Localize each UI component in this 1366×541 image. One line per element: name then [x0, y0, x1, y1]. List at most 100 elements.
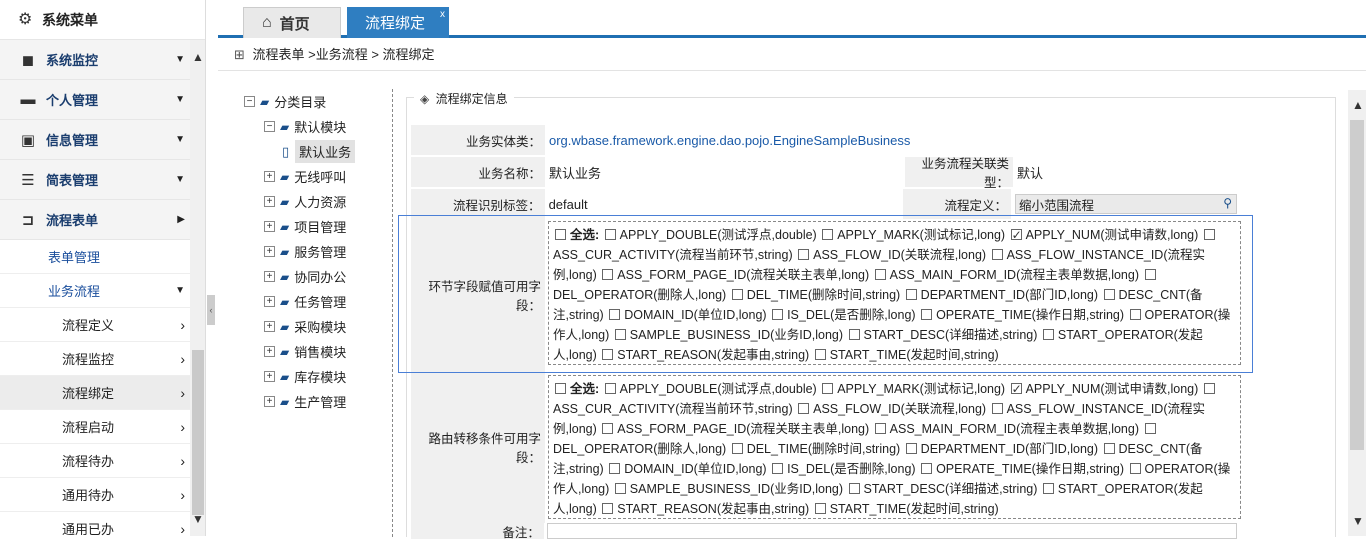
- checkbox[interactable]: [822, 383, 834, 394]
- sidebar-item-personal[interactable]: ▬ 个人管理 ▼: [0, 80, 205, 120]
- expand-icon[interactable]: +: [264, 296, 275, 307]
- sidebar-item-common-todo[interactable]: 通用待办 ›: [0, 478, 205, 512]
- tree-node[interactable]: + ▰ 库存模块: [244, 364, 390, 389]
- sidebar-item-flow-todo[interactable]: 流程待办 ›: [0, 444, 205, 478]
- scroll-up-icon[interactable]: ▲: [1352, 98, 1364, 112]
- content-scrollbar[interactable]: ▲ ▼: [1348, 90, 1366, 536]
- field-option[interactable]: DEL_TIME(删除时间,string): [730, 442, 900, 456]
- checkbox[interactable]: [604, 383, 616, 394]
- field-option[interactable]: APPLY_MARK(测试标记,long): [820, 382, 1005, 396]
- field-option[interactable]: IS_DEL(是否删除,long): [770, 308, 916, 322]
- checkbox[interactable]: [905, 289, 917, 300]
- collapse-icon[interactable]: −: [264, 121, 275, 132]
- field-option[interactable]: START_DESC(详细描述,string): [847, 328, 1037, 342]
- scroll-down-icon[interactable]: ▼: [192, 512, 204, 526]
- checkbox[interactable]: [602, 503, 614, 514]
- checkbox[interactable]: [602, 269, 614, 280]
- checkbox[interactable]: [1144, 423, 1156, 434]
- sidebar-item-flow-start[interactable]: 流程启动 ›: [0, 410, 205, 444]
- checkbox[interactable]: [555, 383, 566, 394]
- checkbox[interactable]: [848, 329, 860, 340]
- field-option[interactable]: ASS_FLOW_ID(关联流程,long): [796, 402, 986, 416]
- field-option[interactable]: ASS_MAIN_FORM_ID(流程主表单数据,long): [873, 422, 1139, 436]
- checkbox[interactable]: [822, 229, 834, 240]
- field-option[interactable]: DEPARTMENT_ID(部门ID,long): [904, 288, 1098, 302]
- tree-node[interactable]: + ▰ 销售模块: [244, 339, 390, 364]
- scroll-down-icon[interactable]: ▼: [1352, 514, 1364, 528]
- field-option[interactable]: APPLY_DOUBLE(测试浮点,double): [603, 382, 817, 396]
- field-option[interactable]: APPLY_NUM(测试申请数,long): [1009, 225, 1198, 245]
- checkbox[interactable]: [604, 229, 616, 240]
- select-all-option[interactable]: 全选:: [553, 228, 599, 242]
- checkbox[interactable]: [1144, 269, 1156, 280]
- field-option[interactable]: APPLY_DOUBLE(测试浮点,double): [603, 228, 817, 242]
- checkbox[interactable]: [848, 483, 860, 494]
- expand-icon[interactable]: +: [264, 246, 275, 257]
- expand-icon[interactable]: +: [264, 396, 275, 407]
- search-icon[interactable]: ⚲: [1223, 196, 1232, 210]
- checkbox[interactable]: [1103, 443, 1115, 454]
- expand-icon[interactable]: +: [264, 171, 275, 182]
- checkbox[interactable]: [798, 249, 810, 260]
- field-option[interactable]: DOMAIN_ID(单位ID,long): [607, 462, 767, 476]
- sidebar-item-flow-monitor[interactable]: 流程监控 ›: [0, 342, 205, 376]
- checkbox[interactable]: [1042, 483, 1054, 494]
- sidebar-item-info[interactable]: ▣ 信息管理 ▼: [0, 120, 205, 160]
- checkbox[interactable]: [1010, 225, 1022, 245]
- tree-node-default-business[interactable]: ▯ 默认业务: [244, 139, 390, 164]
- expand-icon[interactable]: +: [264, 271, 275, 282]
- checkbox[interactable]: [991, 249, 1003, 260]
- scrollbar-thumb[interactable]: [1350, 120, 1364, 450]
- tree-node[interactable]: + ▰ 人力资源: [244, 189, 390, 214]
- sidebar-sub-business-flow[interactable]: 业务流程 ▼: [0, 274, 205, 308]
- checkbox[interactable]: [1203, 229, 1215, 240]
- field-option[interactable]: DOMAIN_ID(单位ID,long): [607, 308, 767, 322]
- checkbox[interactable]: [814, 349, 826, 360]
- field-option[interactable]: ASS_MAIN_FORM_ID(流程主表单数据,long): [873, 268, 1139, 282]
- sidebar-item-flow-form[interactable]: ⊐ 流程表单 ▶: [0, 200, 205, 240]
- expand-icon[interactable]: +: [264, 346, 275, 357]
- checkbox[interactable]: [814, 503, 826, 514]
- expand-icon[interactable]: +: [264, 196, 275, 207]
- field-option[interactable]: DEPARTMENT_ID(部门ID,long): [904, 442, 1098, 456]
- field-option[interactable]: SAMPLE_BUSINESS_ID(业务ID,long): [613, 482, 843, 496]
- tree-node-default-module[interactable]: − ▰ 默认模块: [244, 114, 390, 139]
- field-option[interactable]: SAMPLE_BUSINESS_ID(业务ID,long): [613, 328, 843, 342]
- checkbox[interactable]: [921, 463, 933, 474]
- sidebar-item-flow-bind[interactable]: 流程绑定 ›: [0, 376, 205, 410]
- checkbox[interactable]: [555, 229, 566, 240]
- checkbox[interactable]: [991, 403, 1003, 414]
- sidebar-item-system-monitor[interactable]: ◼ 系统监控 ▼: [0, 40, 205, 80]
- checkbox[interactable]: [731, 289, 743, 300]
- checkbox[interactable]: [1129, 463, 1141, 474]
- checkbox[interactable]: [798, 403, 810, 414]
- checkbox[interactable]: [1010, 379, 1022, 399]
- sidebar-item-common-done[interactable]: 通用已办 ›: [0, 512, 205, 536]
- expand-icon[interactable]: +: [264, 321, 275, 332]
- tab-home[interactable]: ⌂ 首页: [243, 7, 341, 38]
- checkbox[interactable]: [905, 443, 917, 454]
- checkbox[interactable]: [609, 463, 621, 474]
- field-option[interactable]: ASS_FORM_PAGE_ID(流程关联主表单,long): [600, 268, 869, 282]
- tree-node[interactable]: + ▰ 服务管理: [244, 239, 390, 264]
- scrollbar-thumb[interactable]: [192, 350, 204, 515]
- checkbox[interactable]: [874, 269, 886, 280]
- field-option[interactable]: OPERATE_TIME(操作日期,string): [919, 308, 1124, 322]
- tree-node[interactable]: + ▰ 项目管理: [244, 214, 390, 239]
- sidebar-scrollbar[interactable]: ▲ ▼: [190, 40, 205, 536]
- checkbox[interactable]: [731, 443, 743, 454]
- checkbox[interactable]: [772, 309, 784, 320]
- field-option[interactable]: START_TIME(发起时间,string): [813, 348, 999, 362]
- collapse-handle[interactable]: ‹: [207, 295, 215, 325]
- checkbox[interactable]: [1042, 329, 1054, 340]
- tree-node[interactable]: + ▰ 生产管理: [244, 389, 390, 414]
- field-option[interactable]: START_TIME(发起时间,string): [813, 502, 999, 516]
- checkbox[interactable]: [1103, 289, 1115, 300]
- checkbox[interactable]: [602, 423, 614, 434]
- tree-node[interactable]: + ▰ 无线呼叫: [244, 164, 390, 189]
- sidebar-item-simple-table[interactable]: ☰ 简表管理 ▼: [0, 160, 205, 200]
- note-input[interactable]: [546, 523, 1237, 539]
- select-all-option[interactable]: 全选:: [553, 382, 599, 396]
- field-option[interactable]: OPERATE_TIME(操作日期,string): [919, 462, 1124, 476]
- collapse-icon[interactable]: −: [244, 96, 255, 107]
